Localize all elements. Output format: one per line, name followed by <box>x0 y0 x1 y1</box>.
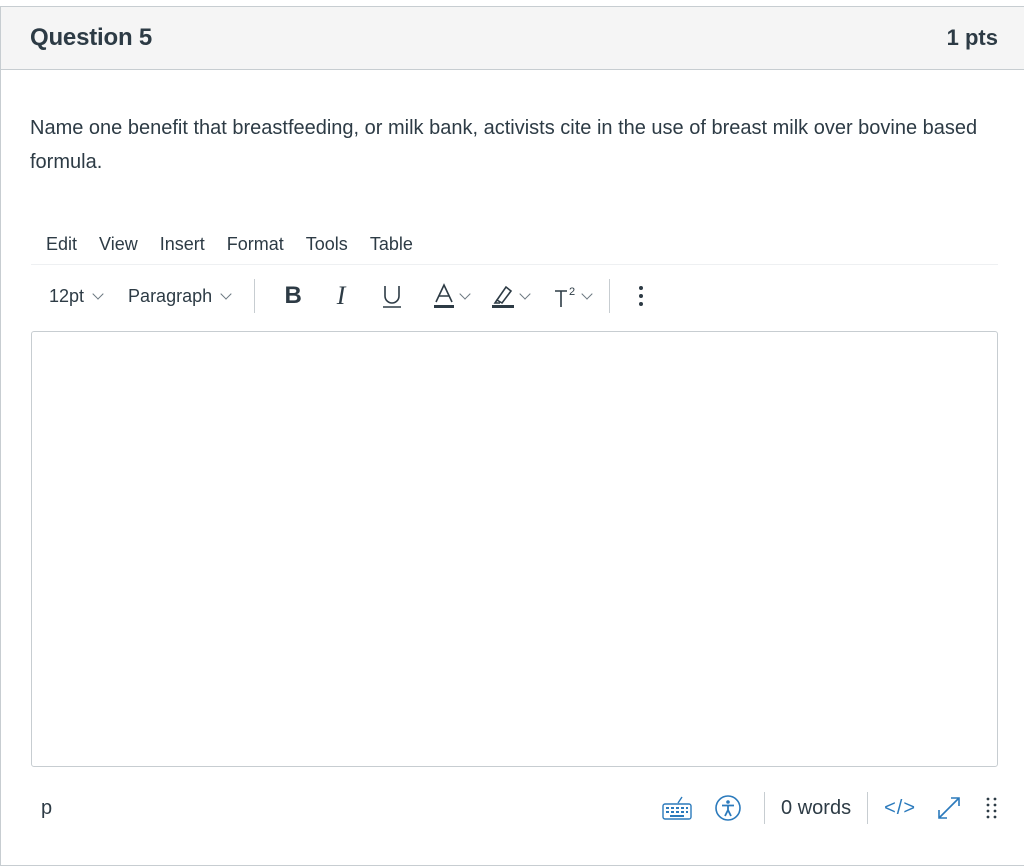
chevron-down-icon <box>519 287 531 300</box>
underline-button[interactable] <box>381 283 403 309</box>
superscript-button[interactable]: 2 <box>553 283 593 309</box>
menu-table[interactable]: Table <box>359 234 424 255</box>
chevron-down-icon <box>459 287 471 300</box>
question-title: Question 5 <box>30 24 153 51</box>
block-format-dropdown[interactable]: Paragraph <box>128 285 232 307</box>
chevron-down-icon <box>92 287 104 300</box>
superscript-icon: 2 <box>555 286 575 307</box>
menu-tools[interactable]: Tools <box>295 234 359 255</box>
block-format-value: Paragraph <box>128 285 213 306</box>
underline-icon <box>383 286 402 308</box>
font-size-dropdown[interactable]: 12pt <box>49 285 104 307</box>
statusbar-right: 0 words </> <box>662 783 998 833</box>
chevron-down-icon <box>220 287 232 300</box>
question-card: Question 5 1 pts Name one benefit that b… <box>0 6 1024 866</box>
accessibility-checker-button[interactable] <box>714 794 742 822</box>
element-path[interactable]: p <box>41 797 52 820</box>
html-editor-toggle[interactable]: </> <box>884 797 916 820</box>
statusbar-divider <box>867 792 869 824</box>
question-header: Question 5 1 pts <box>1 7 1024 70</box>
menu-format[interactable]: Format <box>216 234 295 255</box>
editor-menubar: Edit View Insert Format Tools Table <box>31 225 998 265</box>
keyboard-icon <box>662 796 692 820</box>
svg-text:2: 2 <box>569 286 575 298</box>
resize-handle[interactable] <box>986 796 998 820</box>
fullscreen-button[interactable] <box>934 793 964 823</box>
expand-icon <box>938 797 960 819</box>
chevron-down-icon <box>581 287 593 300</box>
highlight-color-button[interactable] <box>491 282 531 310</box>
font-size-value: 12pt <box>49 285 85 306</box>
accessibility-icon <box>715 795 741 821</box>
more-tools-button[interactable] <box>638 284 644 308</box>
toolbar-divider <box>609 279 611 313</box>
text-color-button[interactable] <box>433 282 471 310</box>
drag-handle-icon <box>986 797 997 819</box>
italic-button[interactable]: I <box>331 281 351 311</box>
highlighter-icon <box>492 285 515 308</box>
keyboard-shortcuts-button[interactable] <box>662 795 692 821</box>
editor-toolbar: 12pt Paragraph B I 2 <box>31 273 998 319</box>
bold-button[interactable]: B <box>281 282 305 310</box>
menu-edit[interactable]: Edit <box>31 234 88 255</box>
toolbar-divider <box>254 279 256 313</box>
word-count[interactable]: 0 words <box>781 797 851 820</box>
statusbar-divider <box>764 792 766 824</box>
more-vertical-icon <box>639 286 644 306</box>
menu-view[interactable]: View <box>88 234 149 255</box>
editor-statusbar: p 0 words </> <box>31 783 998 833</box>
question-text: Name one benefit that breastfeeding, or … <box>30 117 978 173</box>
text-color-icon <box>434 283 455 308</box>
question-points: 1 pts <box>946 25 998 50</box>
rich-text-editor[interactable] <box>31 331 998 767</box>
menu-insert[interactable]: Insert <box>149 234 216 255</box>
